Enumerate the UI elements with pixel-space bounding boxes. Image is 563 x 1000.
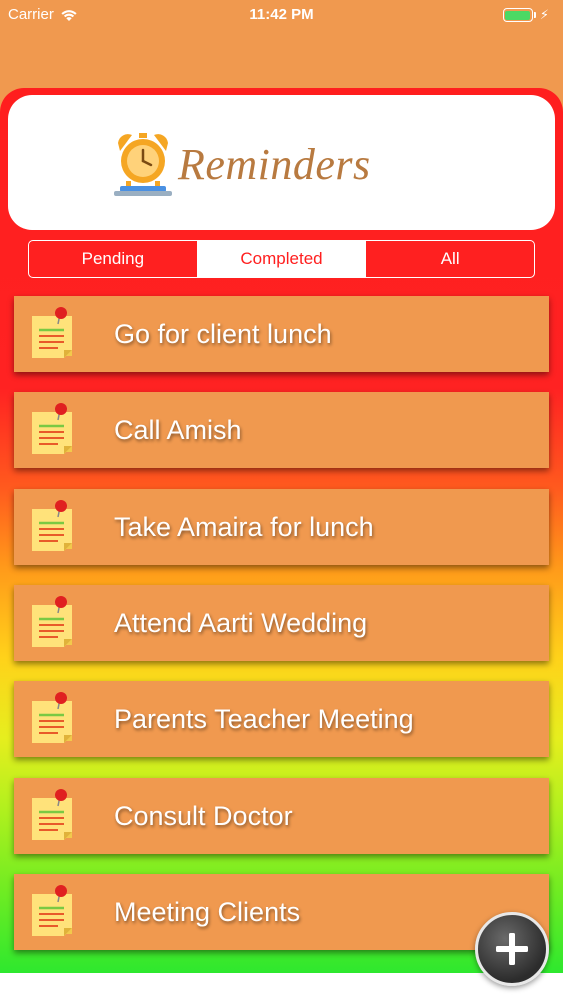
- status-time: 11:42 PM: [249, 6, 314, 23]
- list-item[interactable]: Consult Doctor: [14, 778, 549, 854]
- list-item[interactable]: Attend Aarti Wedding: [14, 585, 549, 661]
- sticky-note-icon: [32, 403, 72, 454]
- list-item[interactable]: Go for client lunch: [14, 296, 549, 372]
- list-item[interactable]: Meeting Clients: [14, 874, 549, 950]
- app-title: Reminders: [178, 139, 371, 189]
- tab-pending[interactable]: Pending: [29, 241, 197, 277]
- reminder-title: Parents Teacher Meeting: [114, 703, 414, 734]
- sticky-note-icon: [32, 692, 72, 743]
- sticky-note-icon: [32, 885, 72, 936]
- sticky-note-icon: [32, 596, 72, 647]
- battery-icon: [502, 8, 533, 22]
- tab-completed[interactable]: Completed: [196, 241, 366, 277]
- app-logo: Reminders: [108, 129, 408, 199]
- sticky-note-icon: [32, 789, 72, 840]
- plus-icon: [496, 933, 528, 965]
- reminder-title: Attend Aarti Wedding: [114, 607, 368, 638]
- battery-indicator: ⚡: [502, 7, 549, 23]
- tab-all[interactable]: All: [365, 241, 534, 277]
- sticky-note-icon: [32, 307, 72, 358]
- reminder-title: Go for client lunch: [114, 318, 332, 349]
- status-bar: Carrier 11:42 PM ⚡: [0, 0, 563, 30]
- reminder-title: Call Amish: [114, 414, 242, 445]
- charging-bolt-icon: ⚡: [539, 7, 549, 22]
- reminder-title: Meeting Clients: [114, 896, 301, 927]
- bottom-strip: [0, 973, 563, 1000]
- list-item[interactable]: Take Amaira for lunch: [14, 489, 549, 565]
- list-item[interactable]: Call Amish: [14, 392, 549, 468]
- alarm-clock-icon: [114, 133, 172, 196]
- list-item[interactable]: Parents Teacher Meeting: [14, 681, 549, 757]
- add-reminder-button[interactable]: [475, 912, 549, 986]
- reminder-title: Take Amaira for lunch: [114, 511, 374, 542]
- status-filter-tabs: Pending Completed All: [28, 240, 535, 278]
- reminder-title: Consult Doctor: [114, 800, 293, 831]
- sticky-note-icon: [32, 500, 72, 551]
- header-card: Reminders: [8, 95, 555, 230]
